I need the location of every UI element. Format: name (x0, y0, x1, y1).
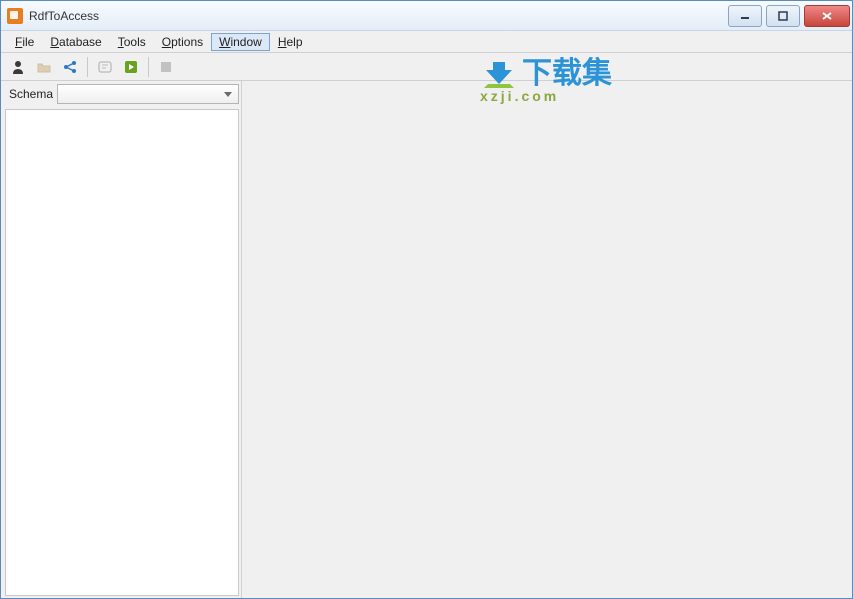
toolbar-separator-2 (148, 57, 149, 77)
close-button[interactable] (804, 5, 850, 27)
folder-icon (36, 59, 52, 75)
toolbar-separator (87, 57, 88, 77)
toolbar-logon-button[interactable] (7, 56, 29, 78)
run-icon (123, 59, 139, 75)
maximize-button[interactable] (766, 5, 800, 27)
toolbar-stop-button[interactable] (155, 56, 177, 78)
toolbar-share-button[interactable] (59, 56, 81, 78)
user-icon (10, 59, 26, 75)
query-icon (97, 59, 113, 75)
left-panel: Schema (1, 81, 242, 598)
menu-database[interactable]: DatabaseDatabase (42, 33, 109, 51)
minimize-button[interactable] (728, 5, 762, 27)
menu-options[interactable]: OptionsOptions (154, 33, 211, 51)
window-title: RdfToAccess (29, 9, 99, 23)
schema-label: Schema (5, 87, 53, 101)
menu-help[interactable]: HelpHelp (270, 33, 311, 51)
main-panel (242, 81, 852, 598)
schema-select[interactable] (57, 84, 239, 104)
close-icon (821, 11, 833, 21)
menu-database-label: atabase (59, 35, 102, 49)
menu-window[interactable]: WindowWindow (211, 33, 270, 51)
schema-row: Schema (5, 83, 239, 105)
menu-tools[interactable]: ToolsTools (110, 33, 154, 51)
toolbar-query-button[interactable] (94, 56, 116, 78)
window-controls (728, 5, 852, 27)
menu-window-label: indow (230, 35, 261, 49)
app-icon (7, 8, 23, 24)
menu-tools-label: ools (124, 35, 146, 49)
minimize-icon (740, 11, 750, 21)
menubar: FFileile DatabaseDatabase ToolsTools Opt… (1, 31, 852, 53)
content-area: Schema (1, 81, 852, 598)
share-icon (62, 59, 78, 75)
toolbar-open-button[interactable] (33, 56, 55, 78)
maximize-icon (778, 11, 788, 21)
menu-help-label: elp (286, 35, 302, 49)
titlebar: RdfToAccess (1, 1, 852, 31)
menu-file[interactable]: FFileile (7, 33, 42, 51)
app-window: RdfToAccess FFileile DatabaseDatabase To… (0, 0, 853, 599)
menu-options-label: ptions (171, 35, 203, 49)
toolbar (1, 53, 852, 81)
stop-icon (158, 59, 174, 75)
object-tree[interactable] (5, 109, 239, 596)
toolbar-run-button[interactable] (120, 56, 142, 78)
menu-file-label: Fileile (22, 35, 34, 49)
